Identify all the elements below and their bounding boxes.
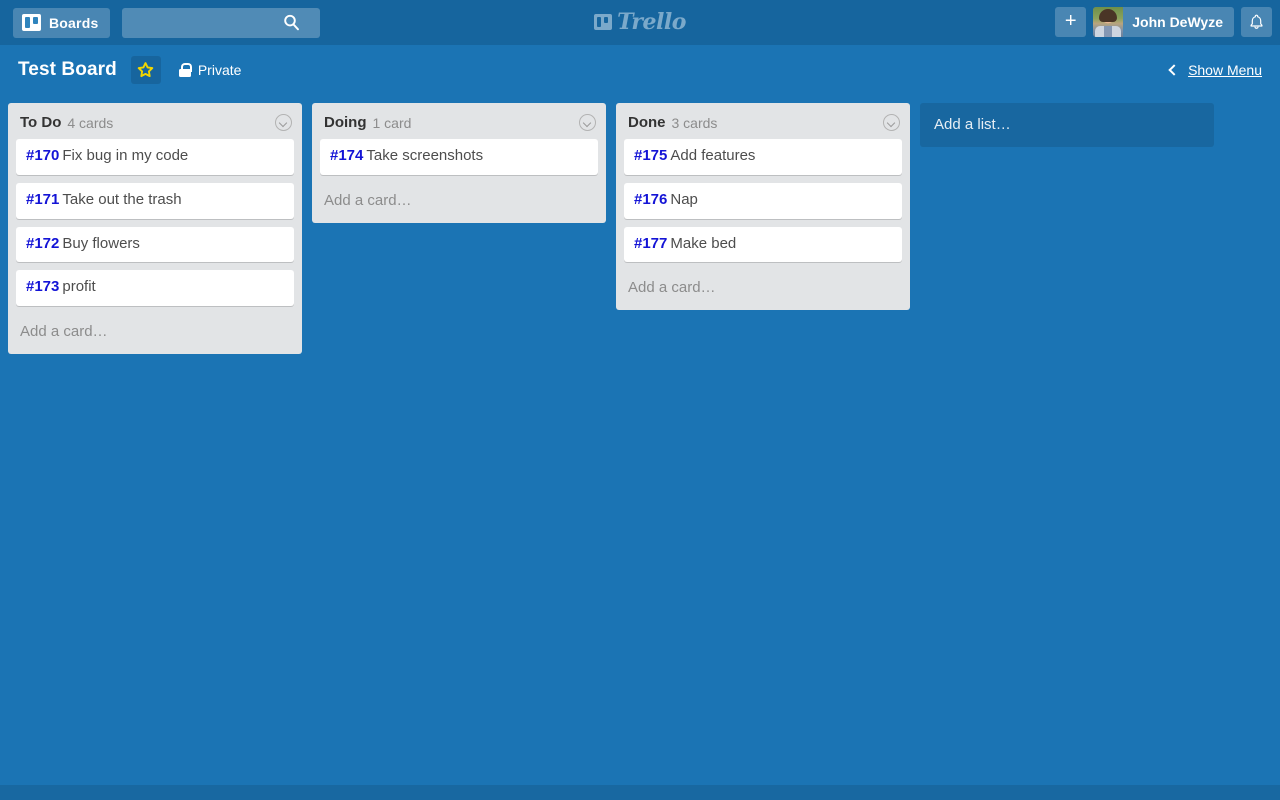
list-header: Done 3 cards [616,103,910,139]
add-card-button[interactable]: Add a card… [312,183,606,221]
avatar [1093,7,1124,37]
card-number: #175 [634,147,668,164]
notifications-button[interactable] [1241,7,1272,37]
card-title: Buy flowers [62,234,140,252]
lock-icon [178,63,193,77]
card-number: #173 [26,278,60,296]
chevron-down-circle-icon[interactable] [579,114,596,131]
trello-wordmark: Trello [617,9,686,35]
add-list-button[interactable]: Add a list… [920,103,1214,147]
list-card-count: 4 cards [67,114,114,131]
chevron-left-icon [1168,64,1180,76]
list-title[interactable]: Doing [324,114,367,131]
board-header: Test Board Private Show Menu [0,45,1280,95]
list-doing: Doing 1 card #174 Take screenshots Add a … [312,103,606,223]
board-title[interactable]: Test Board [18,59,117,81]
card[interactable]: #172 Buy flowers [16,226,294,263]
board-visibility-label: Private [197,62,242,78]
list-title[interactable]: To Do [20,114,61,131]
member-menu-button[interactable]: John DeWyze [1093,7,1234,37]
list-done: Done 3 cards #175 Add features #176 Nap #1… [616,103,910,311]
list-card-count: 3 cards [671,114,718,131]
board-icon [22,14,41,31]
list-to-do: To Do 4 cards #170 Fix bug in my code #17… [8,103,302,354]
card[interactable]: #175 Add features [624,139,902,175]
add-button[interactable]: + [1055,7,1087,37]
list-header: To Do 4 cards [8,103,302,139]
card[interactable]: #170 Fix bug in my code [16,139,294,175]
board-canvas: To Do 4 cards #170 Fix bug in my code #17… [0,95,1280,800]
card-title: Add features [670,147,756,164]
card-title: Take screenshots [366,147,484,164]
search-input[interactable] [122,7,321,38]
card-title: profit [62,278,96,296]
card-list: #170 Fix bug in my code #171 Take out the … [8,139,302,306]
list-card-count: 1 card [372,114,412,131]
star-icon [138,62,154,78]
add-card-button[interactable]: Add a card… [616,270,910,308]
boards-button[interactable]: Boards [13,7,111,38]
card[interactable]: #177 Make bed [624,226,902,263]
boards-button-label: Boards [49,14,99,31]
card[interactable]: #174 Take screenshots [320,139,598,175]
trello-logo[interactable]: Trello [565,9,715,35]
bell-icon [1250,14,1263,29]
card-number: #176 [634,190,668,208]
card-number: #172 [26,234,60,252]
card-list: #174 Take screenshots [312,139,606,175]
top-header-bar: Boards Trello + John DeWyze [0,0,1280,45]
card-title: Make bed [670,234,737,252]
star-button[interactable] [130,56,161,84]
card-number: #170 [26,147,60,164]
show-menu-label: Show Menu [1188,62,1262,78]
list-header: Doing 1 card [312,103,606,139]
add-button-label: + [1064,10,1077,32]
card[interactable]: #176 Nap [624,182,902,219]
show-menu-button[interactable]: Show Menu [1168,62,1262,78]
card-list: #175 Add features #176 Nap #177 Make bed [616,139,910,263]
board-visibility-button[interactable]: Private [178,62,242,78]
header-right-group: + John DeWyze [1055,7,1272,37]
card[interactable]: #173 profit [16,270,294,306]
card-title: Take out the trash [62,190,182,208]
add-card-button[interactable]: Add a card… [8,314,302,352]
card-number: #171 [26,190,60,208]
chevron-down-circle-icon[interactable] [275,114,292,131]
card-title: Nap [670,190,698,208]
card[interactable]: #171 Take out the trash [16,182,294,219]
card-number: #177 [634,234,668,252]
board-icon [594,14,613,30]
list-title[interactable]: Done [628,114,666,131]
member-name: John DeWyze [1132,14,1223,30]
board-horizontal-scrollbar[interactable] [0,785,1280,800]
card-title: Fix bug in my code [62,147,189,164]
chevron-down-circle-icon[interactable] [883,114,900,131]
card-number: #174 [330,147,364,164]
